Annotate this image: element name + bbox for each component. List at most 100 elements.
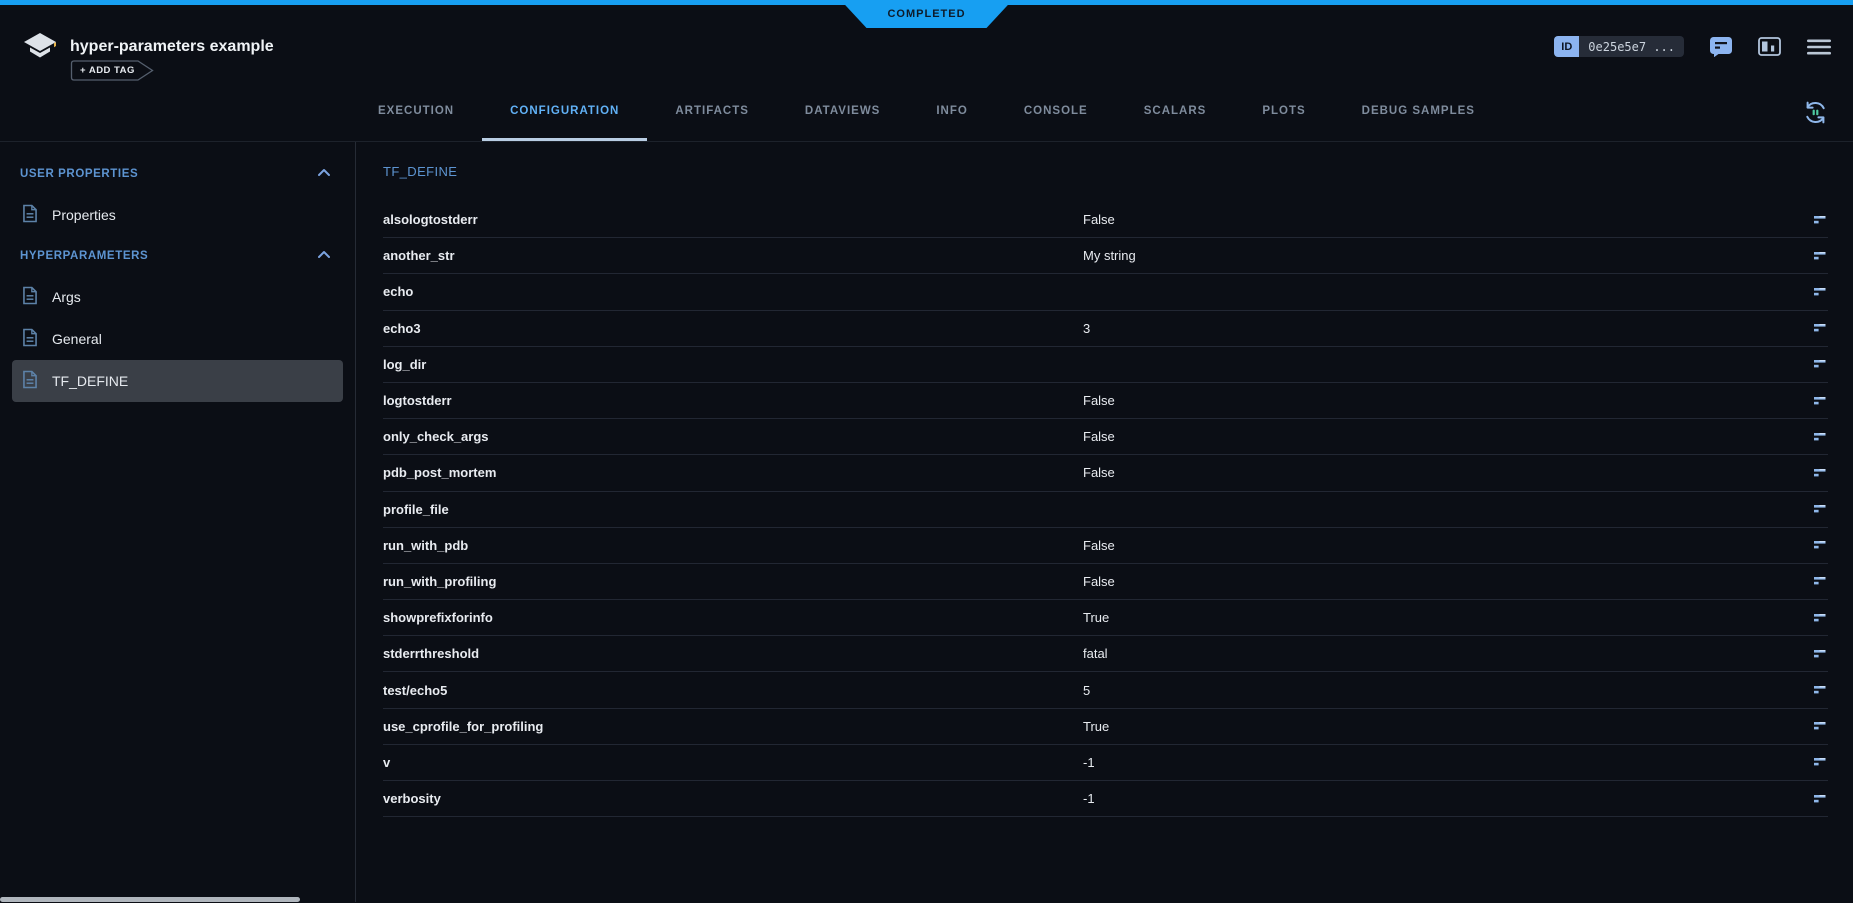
tab-scalars[interactable]: SCALARS [1116, 84, 1235, 141]
tab-artifacts[interactable]: ARTIFACTS [647, 84, 777, 141]
param-row: pdb_post_mortem False [383, 455, 1828, 491]
experiment-id-badge[interactable]: ID 0e25e5e7 ... [1554, 36, 1684, 57]
param-key: use_cprofile_for_profiling [383, 719, 1083, 734]
param-key: another_str [383, 248, 1083, 263]
tab-info[interactable]: INFO [908, 84, 995, 141]
param-key: verbosity [383, 791, 1083, 806]
tab-console[interactable]: CONSOLE [996, 84, 1116, 141]
param-value: False [1083, 574, 1806, 589]
document-icon [22, 328, 38, 350]
param-value: False [1083, 538, 1806, 553]
param-value: -1 [1083, 755, 1806, 770]
tab-execution[interactable]: EXECUTION [350, 84, 482, 141]
tab-dataviews[interactable]: DATAVIEWS [777, 84, 908, 141]
param-key: showprefixforinfo [383, 610, 1083, 625]
edit-row-icon[interactable] [1806, 467, 1828, 479]
param-table: alsologtostderr False another_str My str… [383, 202, 1828, 817]
sidebar-scrollbar[interactable] [0, 897, 300, 902]
sidebar-item-properties[interactable]: Properties [12, 194, 343, 236]
sidebar-sections: USER PROPERTIES Properties HYPERPARAMETE… [0, 154, 355, 402]
page-body: USER PROPERTIES Properties HYPERPARAMETE… [0, 142, 1853, 902]
edit-row-icon[interactable] [1806, 358, 1828, 370]
sidebar-item-label: TF_DEFINE [52, 373, 128, 389]
param-row: another_str My string [383, 238, 1828, 274]
tab-plots[interactable]: PLOTS [1234, 84, 1333, 141]
add-tag-button[interactable]: + ADD TAG [70, 60, 154, 81]
param-key: v [383, 755, 1083, 770]
edit-row-icon[interactable] [1806, 214, 1828, 226]
param-row: stderrthreshold fatal [383, 636, 1828, 672]
sidebar-section-header[interactable]: HYPERPARAMETERS [0, 236, 355, 276]
edit-row-icon[interactable] [1806, 756, 1828, 768]
add-tag-label: + ADD TAG [80, 65, 135, 76]
param-key: profile_file [383, 502, 1083, 517]
header-actions: ID 0e25e5e7 ... [1554, 36, 1831, 57]
sidebar-item-label: General [52, 331, 102, 347]
chevron-up-icon[interactable] [317, 250, 331, 262]
sidebar-item-tf-define[interactable]: TF_DEFINE [12, 360, 343, 402]
edit-row-icon[interactable] [1806, 431, 1828, 443]
sidebar: USER PROPERTIES Properties HYPERPARAMETE… [0, 142, 356, 902]
param-row: echo [383, 274, 1828, 310]
document-icon [22, 286, 38, 308]
sidebar-item-args[interactable]: Args [12, 276, 343, 318]
status-label: COMPLETED [887, 8, 965, 20]
param-key: only_check_args [383, 429, 1083, 444]
param-value: False [1083, 393, 1806, 408]
sidebar-section-header[interactable]: USER PROPERTIES [0, 154, 355, 194]
edit-row-icon[interactable] [1806, 684, 1828, 696]
param-row: log_dir [383, 347, 1828, 383]
document-icon [22, 370, 38, 392]
details-panel-icon[interactable] [1758, 37, 1781, 56]
param-row: showprefixforinfo True [383, 600, 1828, 636]
auto-refresh-icon[interactable] [1802, 99, 1829, 131]
edit-row-icon[interactable] [1806, 322, 1828, 334]
param-key: pdb_post_mortem [383, 465, 1083, 480]
edit-row-icon[interactable] [1806, 575, 1828, 587]
chevron-up-icon[interactable] [317, 168, 331, 180]
param-key: echo3 [383, 321, 1083, 336]
param-value: -1 [1083, 791, 1806, 806]
main-content: TF_DEFINE alsologtostderr False another_… [356, 142, 1853, 902]
param-key: log_dir [383, 357, 1083, 372]
edit-row-icon[interactable] [1806, 286, 1828, 298]
param-row: use_cprofile_for_profiling True [383, 709, 1828, 745]
sidebar-section-title: USER PROPERTIES [20, 168, 138, 180]
sidebar-item-general[interactable]: General [12, 318, 343, 360]
edit-row-icon[interactable] [1806, 612, 1828, 624]
param-row: echo3 3 [383, 311, 1828, 347]
edit-row-icon[interactable] [1806, 793, 1828, 805]
param-value: False [1083, 429, 1806, 444]
edit-row-icon[interactable] [1806, 648, 1828, 660]
param-row: run_with_pdb False [383, 528, 1828, 564]
param-key: run_with_profiling [383, 574, 1083, 589]
menu-icon[interactable] [1807, 39, 1831, 55]
sidebar-section-title: HYPERPARAMETERS [20, 250, 148, 262]
param-row: verbosity -1 [383, 781, 1828, 817]
edit-row-icon[interactable] [1806, 503, 1828, 515]
param-row: test/echo5 5 [383, 672, 1828, 708]
param-key: logtostderr [383, 393, 1083, 408]
param-value: My string [1083, 248, 1806, 263]
edit-row-icon[interactable] [1806, 539, 1828, 551]
tab-debug-samples[interactable]: DEBUG SAMPLES [1334, 84, 1503, 141]
param-key: run_with_pdb [383, 538, 1083, 553]
status-badge: COMPLETED [841, 0, 1013, 28]
sidebar-section: HYPERPARAMETERS Args [0, 236, 355, 402]
edit-row-icon[interactable] [1806, 250, 1828, 262]
edit-row-icon[interactable] [1806, 395, 1828, 407]
experiment-type-icon [21, 31, 59, 68]
param-row: run_with_profiling False [383, 564, 1828, 600]
comment-icon[interactable] [1710, 37, 1732, 57]
section-title: TF_DEFINE [383, 164, 1828, 179]
edit-row-icon[interactable] [1806, 720, 1828, 732]
param-row: only_check_args False [383, 419, 1828, 455]
param-value: True [1083, 719, 1806, 734]
param-value: False [1083, 212, 1806, 227]
experiment-title: hyper-parameters example [70, 38, 274, 56]
param-key: alsologtostderr [383, 212, 1083, 227]
param-value: 3 [1083, 321, 1806, 336]
id-value: 0e25e5e7 ... [1579, 36, 1684, 57]
param-value: True [1083, 610, 1806, 625]
tab-configuration[interactable]: CONFIGURATION [482, 84, 647, 141]
